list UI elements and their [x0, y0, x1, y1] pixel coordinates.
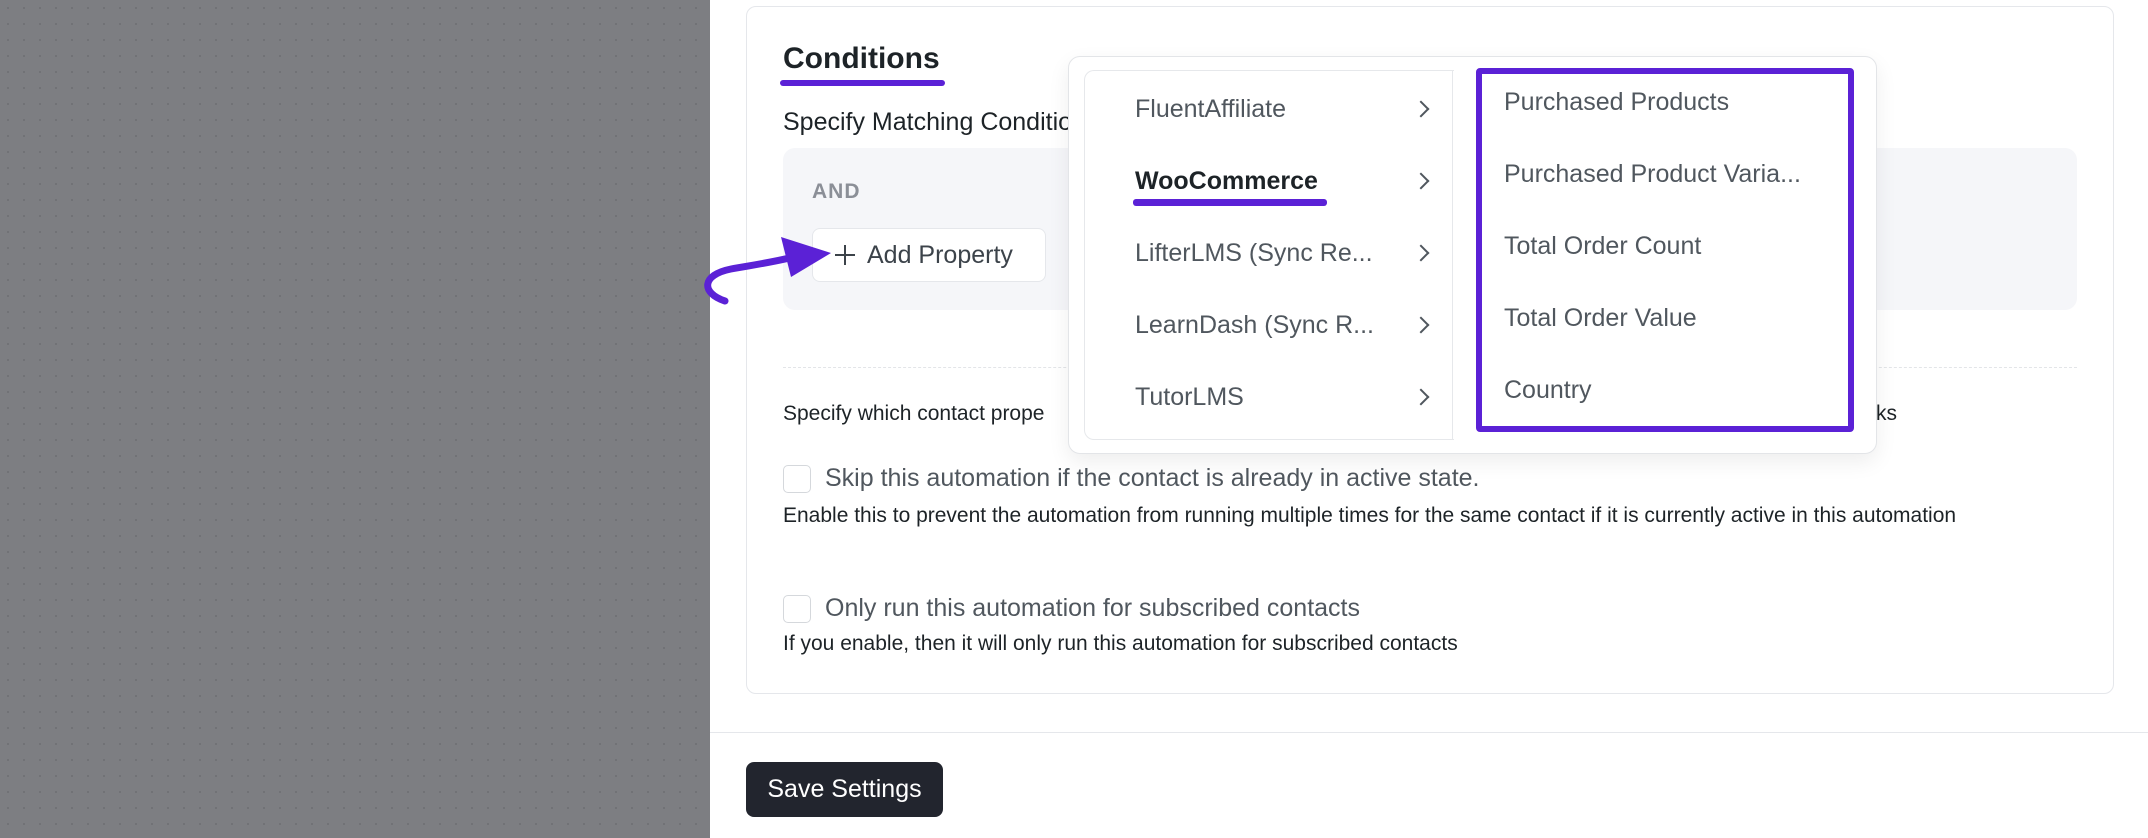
chevron-right-icon	[1412, 100, 1430, 118]
subscribed-only-label[interactable]: Only run this automation for subscribed …	[825, 594, 1360, 623]
provider-label: LifterLMS (Sync Re...	[1135, 238, 1373, 267]
add-property-button[interactable]: Add Property	[812, 228, 1046, 282]
chevron-right-icon	[1412, 172, 1430, 190]
chevron-right-icon	[1412, 388, 1430, 406]
provider-item-lifterlms[interactable]: LifterLMS (Sync Re...	[1135, 233, 1435, 273]
add-property-label: Add Property	[867, 240, 1013, 269]
heading-highlight-underline	[780, 80, 945, 86]
and-group-label: AND	[812, 180, 861, 203]
modal-backdrop	[0, 0, 710, 838]
subscribed-only-option[interactable]: Only run this automation for subscribed …	[783, 594, 1360, 623]
provider-label: LearnDash (Sync R...	[1135, 310, 1374, 339]
plus-icon	[835, 245, 855, 265]
active-provider-highlight	[1133, 199, 1327, 206]
provider-item-tutorlms[interactable]: TutorLMS	[1135, 377, 1435, 417]
option-country[interactable]: Country	[1504, 376, 1592, 405]
save-settings-button[interactable]: Save Settings	[746, 762, 943, 817]
chevron-right-icon	[1412, 244, 1430, 262]
contact-properties-text-tail: ks	[1876, 402, 1897, 425]
option-total-order-count[interactable]: Total Order Count	[1504, 232, 1701, 261]
contact-properties-text: Specify which contact prope	[783, 402, 1045, 425]
skip-active-checkbox[interactable]	[783, 464, 811, 493]
footer-divider	[710, 732, 2148, 733]
annotation-arrow-icon	[704, 237, 831, 305]
skip-active-description: Enable this to prevent the automation fr…	[783, 504, 1957, 527]
provider-item-learndash[interactable]: LearnDash (Sync R...	[1135, 305, 1435, 345]
provider-item-woocommerce[interactable]: WooCommerce	[1135, 161, 1435, 201]
subscribed-only-description: If you enable, then it will only run thi…	[783, 632, 1458, 655]
provider-label: FluentAffiliate	[1135, 94, 1287, 123]
conditions-heading: Conditions	[783, 42, 940, 75]
skip-active-label[interactable]: Skip this automation if the contact is a…	[825, 464, 1480, 493]
dropdown-column-divider	[1452, 70, 1453, 440]
provider-label: WooCommerce	[1135, 166, 1318, 195]
skip-active-option[interactable]: Skip this automation if the contact is a…	[783, 464, 1480, 493]
subscribed-only-checkbox[interactable]	[783, 594, 811, 623]
option-purchased-product-variations[interactable]: Purchased Product Varia...	[1504, 160, 1801, 189]
chevron-right-icon	[1412, 316, 1430, 334]
option-total-order-value[interactable]: Total Order Value	[1504, 304, 1697, 333]
matching-conditions-heading: Specify Matching Conditions	[783, 108, 1073, 136]
provider-item-fluentaffiliate[interactable]: FluentAffiliate	[1135, 89, 1435, 129]
option-purchased-products[interactable]: Purchased Products	[1504, 88, 1729, 117]
provider-label: TutorLMS	[1135, 382, 1244, 411]
